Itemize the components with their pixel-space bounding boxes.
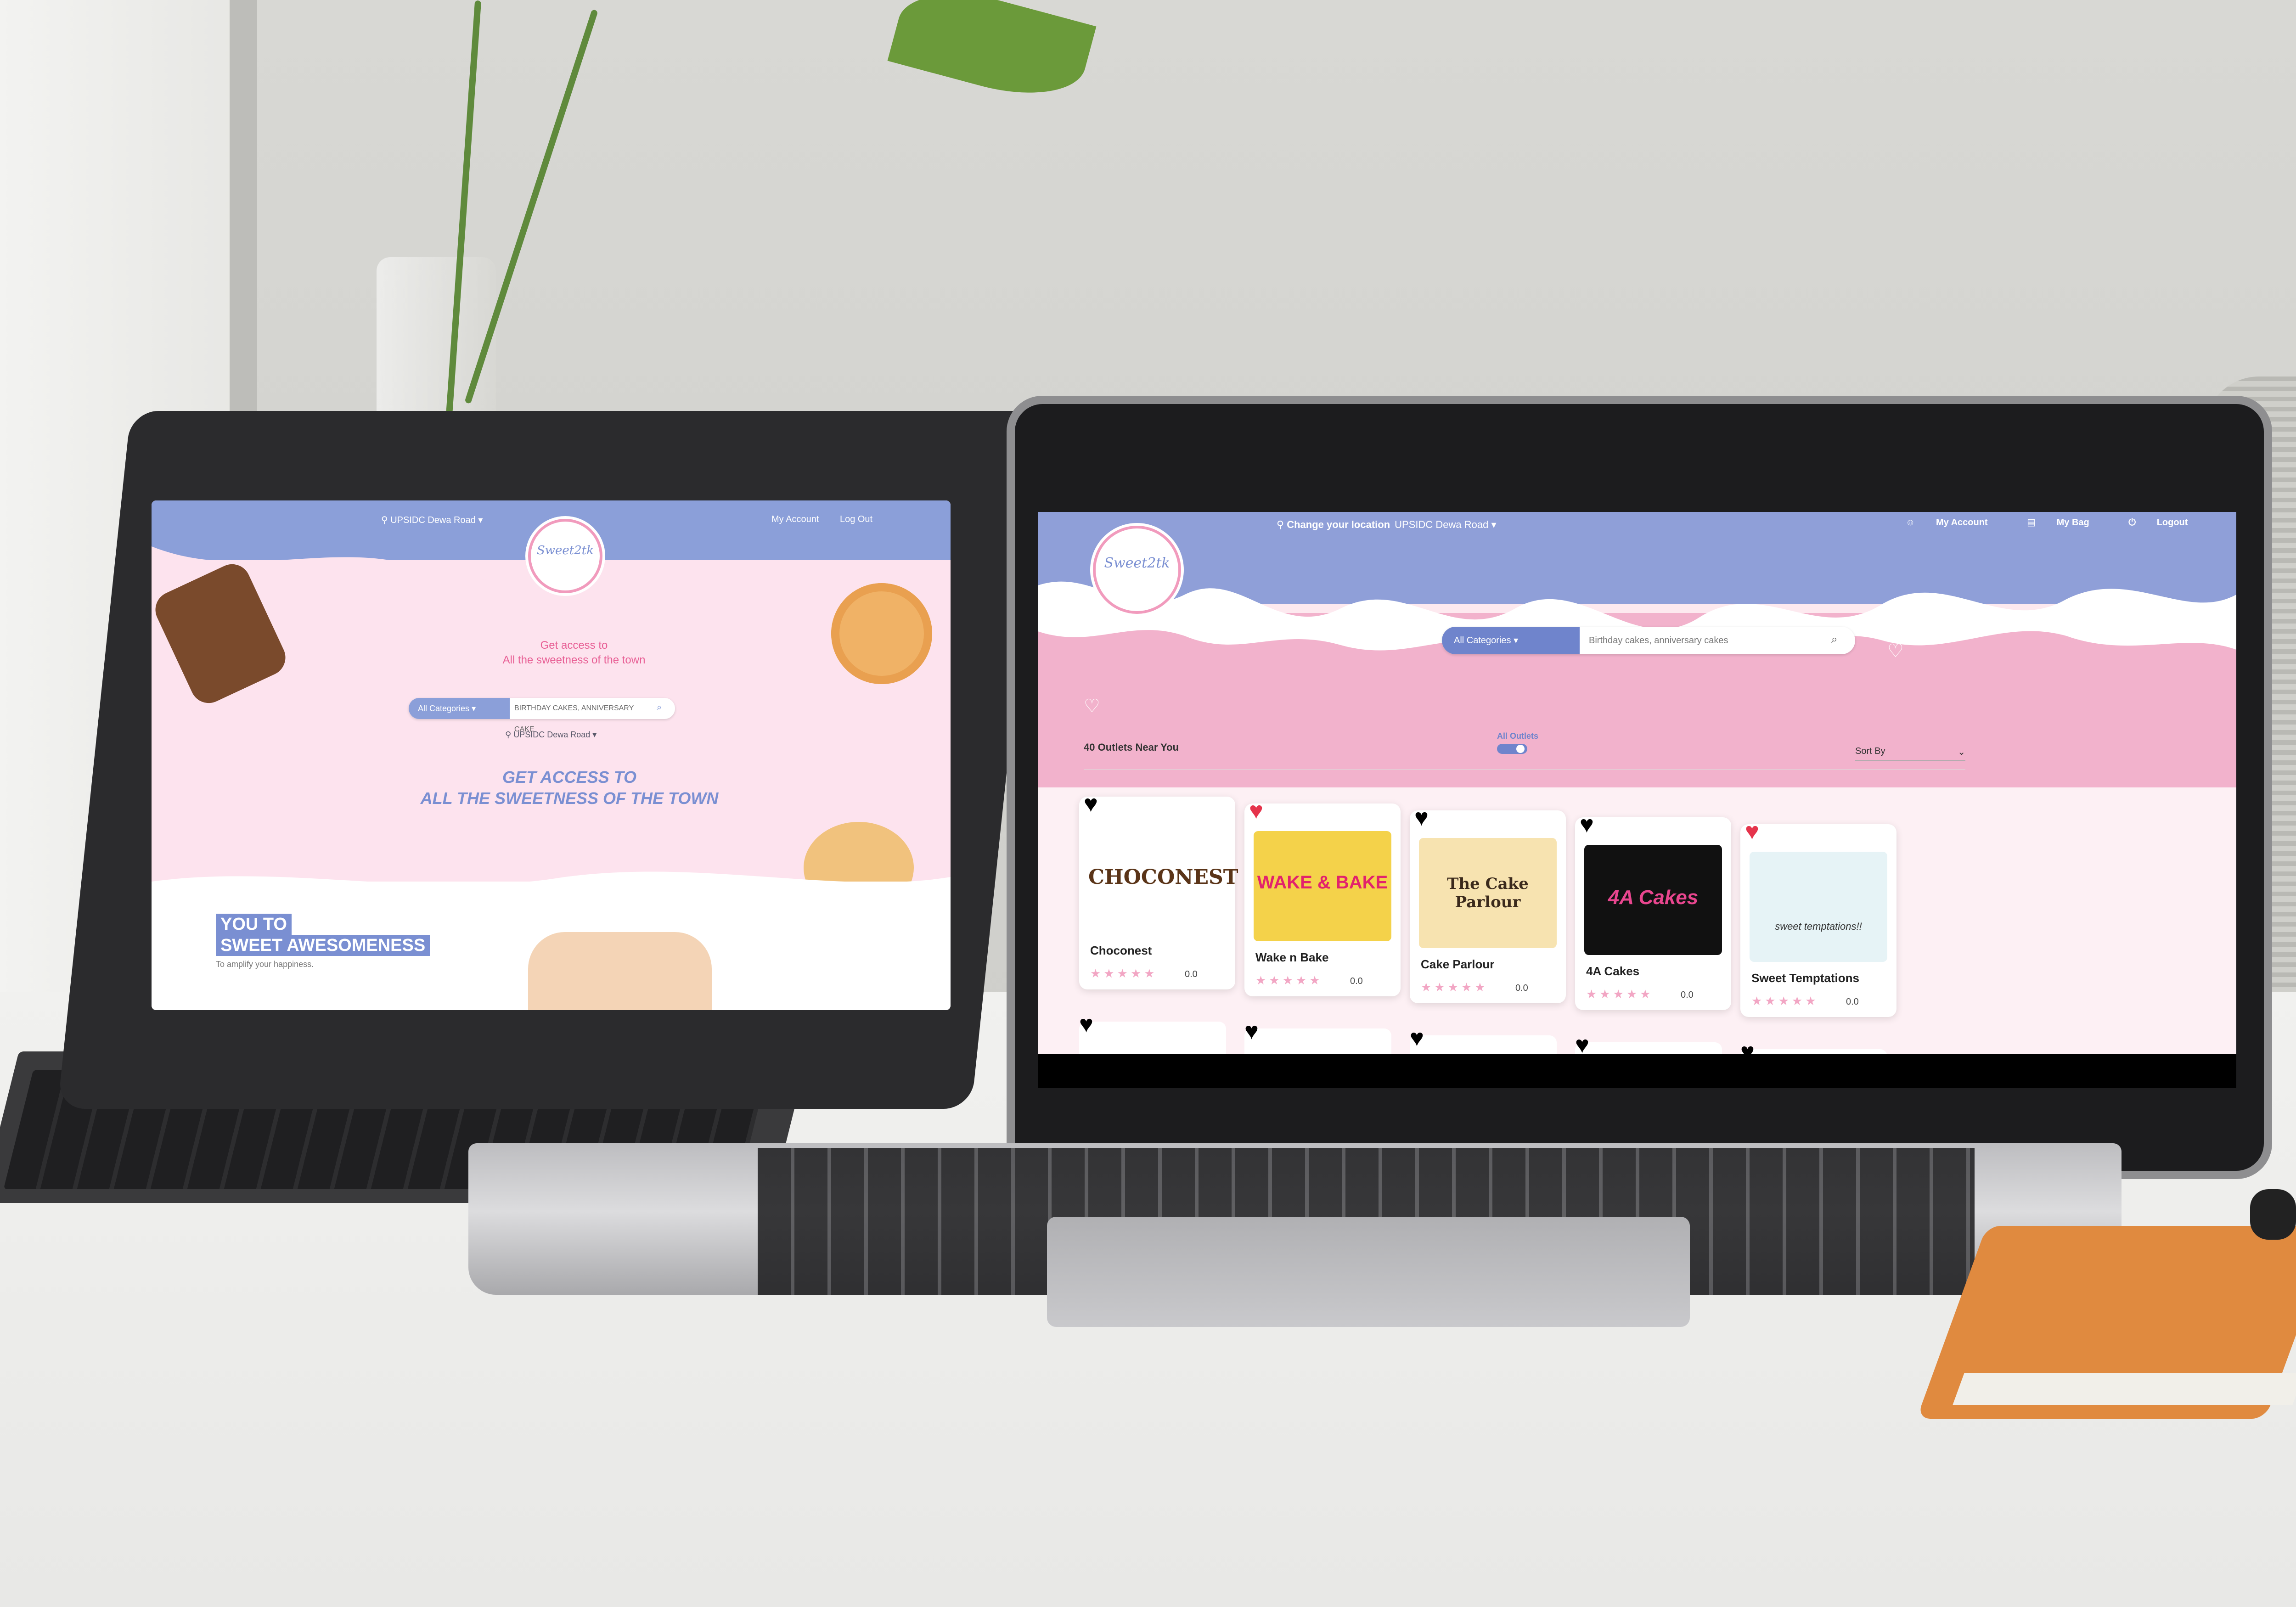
my-bag-link[interactable]: ▤ My Bag [2009, 517, 2089, 528]
tablet-category-select[interactable]: All Categories ▾ [409, 698, 510, 719]
favorite-heart-icon[interactable]: ♥ [1410, 1026, 1424, 1050]
rating-stars: ★★★★★ [1586, 987, 1654, 1001]
sort-by-dropdown[interactable]: Sort By ⌄ [1855, 746, 1965, 761]
outlet-card[interactable]: ♥ 4A Cakes 4A Cakes ★★★★★ 0.0 [1575, 813, 1731, 1010]
logout-link[interactable]: Log Out [840, 514, 872, 524]
favorite-heart-icon[interactable]: ♥ [1745, 820, 1759, 843]
sweet-awesomeness-text: SWEET AWESOMENESS [216, 935, 430, 956]
outlet-logo-text: 4A Cakes [1608, 886, 1699, 909]
favorite-heart-icon[interactable]: ♥ [1079, 1012, 1093, 1036]
rating-stars: ★★★★★ [1421, 980, 1488, 994]
tablet-location[interactable]: ⚲ UPSIDC Dewa Road ▾ [381, 514, 483, 526]
tablet-location-select[interactable]: ⚲ UPSIDC Dewa Road ▾ [505, 730, 597, 740]
outlet-name: Sweet Temptations [1751, 971, 1860, 985]
my-account-link[interactable]: ☺ My Account [1887, 517, 1988, 528]
tablet-account-links: My Account Log Out [753, 514, 872, 525]
outlet-logo: The Cake Parlour [1419, 838, 1557, 948]
tablet-logo[interactable]: Sweet2tk [528, 519, 602, 593]
outlet-card[interactable]: ♥ WAKE & BAKE Wake n Bake ★★★★★ 0.0 [1244, 799, 1401, 996]
bag-icon: ▤ [2027, 517, 2038, 528]
outlet-logo-text: The Cake Parlour [1447, 875, 1529, 911]
pin-icon: ⚲ [505, 730, 514, 739]
laptop-search-bar: All Categories ▾ Birthday cakes, anniver… [1442, 627, 1855, 654]
tablet-logo-text: Sweet2tk [536, 544, 594, 557]
amplify-text: To amplify your happiness. [216, 960, 314, 969]
favorite-heart-icon[interactable]: ♥ [1084, 792, 1098, 816]
my-account-link[interactable]: My Account [771, 514, 819, 524]
tablet-search-input[interactable]: BIRTHDAY CAKES, ANNIVERSARY CAKE [514, 698, 652, 733]
outlet-name: Wake n Bake [1255, 950, 1329, 964]
pin-icon: ⚲ [1277, 519, 1287, 530]
favorite-heart-icon[interactable]: ♥ [1414, 806, 1429, 830]
favorite-heart-icon[interactable]: ♥ [1244, 1019, 1259, 1043]
laptop-search-input[interactable]: Birthday cakes, anniversary cakes [1589, 627, 1818, 654]
laptop-trackpad [1047, 1217, 1690, 1327]
all-outlets-label: All Outlets [1497, 731, 1539, 741]
rating-stars: ★★★★★ [1255, 973, 1323, 987]
headline-line-1: GET ACCESS TO [502, 768, 637, 787]
outlet-logo-text: sweet temptations!! [1775, 921, 1862, 932]
outlet-card[interactable]: ♥ The Cake Parlour Cake Parlour ★★★★★ 0.… [1410, 806, 1566, 1003]
rating-value: 0.0 [1350, 976, 1363, 986]
rating-value: 0.0 [1515, 983, 1528, 993]
access-line-2: All the sweetness of the town [502, 654, 646, 666]
rating-stars: ★★★★★ [1751, 994, 1819, 1008]
illustration-people [528, 932, 712, 1010]
outlets-count: 40 Outlets Near You [1084, 742, 1179, 753]
tablet-search-bar: All Categories ▾ BIRTHDAY CAKES, ANNIVER… [409, 698, 675, 733]
access-line-1: Get access to [540, 639, 608, 652]
search-icon[interactable]: ⌕ [1831, 633, 1837, 646]
outlet-name: Choconest [1090, 944, 1152, 957]
outlet-logo: 4A Cakes [1584, 845, 1722, 955]
pen [2250, 1189, 2296, 1240]
heart-decoration-icon: ♡ [1084, 696, 1100, 716]
laptop-logo-text: Sweet2tk [1104, 555, 1170, 571]
strawberry-pie-image [831, 583, 932, 684]
laptop-screen: ⚲ Change your location UPSIDC Dewa Road ▾… [1038, 512, 2236, 1088]
you-to-text: YOU TO [216, 914, 292, 935]
search-icon[interactable]: ⌕ [657, 702, 662, 713]
tablet-headline: GET ACCESS TO ALL THE SWEETNESS OF THE T… [409, 767, 730, 809]
heart-decoration-icon: ♡ [1887, 641, 1904, 661]
laptop-logo[interactable]: Sweet2tk [1093, 526, 1181, 614]
favorite-heart-icon[interactable]: ♥ [1249, 799, 1263, 823]
rating-value: 0.0 [1681, 990, 1694, 1000]
outlet-logo: WAKE & BAKE [1254, 831, 1391, 941]
all-outlets-toggle[interactable] [1497, 744, 1527, 754]
rating-stars: ★★★★★ [1090, 966, 1158, 980]
laptop-drip-wave [1038, 581, 2236, 654]
screen-bezel-bottom [1038, 1054, 2236, 1088]
rating-value: 0.0 [1846, 997, 1859, 1007]
outlet-card[interactable]: ♥ sweet temptations!! Sweet Temptations … [1740, 820, 1896, 1017]
outlet-logo-text: CHOCONEST [1088, 865, 1238, 889]
tablet-tagline: YOU TO SWEET AWESOMENESS [216, 914, 430, 956]
laptop-account-links: ☺ My Account ▤ My Bag ⏻ Logout [1869, 517, 2188, 528]
laptop-category-select[interactable]: All Categories ▾ [1442, 627, 1580, 654]
divider [1084, 769, 1965, 770]
favorite-heart-icon[interactable]: ♥ [1580, 813, 1594, 837]
rating-value: 0.0 [1185, 969, 1198, 979]
outlet-name: Cake Parlour [1421, 957, 1495, 971]
logout-link[interactable]: ⏻ Logout [2110, 517, 2188, 528]
tablet-access-text: Get access to All the sweetness of the t… [482, 638, 666, 668]
pin-icon: ⚲ [381, 515, 391, 525]
headline-line-2: ALL THE SWEETNESS OF THE TOWN [420, 789, 719, 808]
outlet-logo-text: WAKE & BAKE [1257, 872, 1388, 893]
outlet-logo: sweet temptations!! [1750, 852, 1887, 962]
notebook-pages [1953, 1373, 2296, 1405]
chevron-down-icon: ⌄ [1958, 747, 1965, 757]
outlet-logo: CHOCONEST [1088, 824, 1238, 934]
outlet-card[interactable]: ♥ CHOCONEST Choconest ★★★★★ 0.0 [1079, 792, 1238, 989]
outlet-name: 4A Cakes [1586, 964, 1640, 978]
tablet-screen: ⚲ UPSIDC Dewa Road ▾ My Account Log Out … [152, 500, 951, 1010]
change-location[interactable]: ⚲ Change your location UPSIDC Dewa Road ▾ [1277, 519, 1497, 531]
power-icon: ⏻ [2128, 517, 2138, 528]
user-icon: ☺ [1906, 517, 1918, 528]
